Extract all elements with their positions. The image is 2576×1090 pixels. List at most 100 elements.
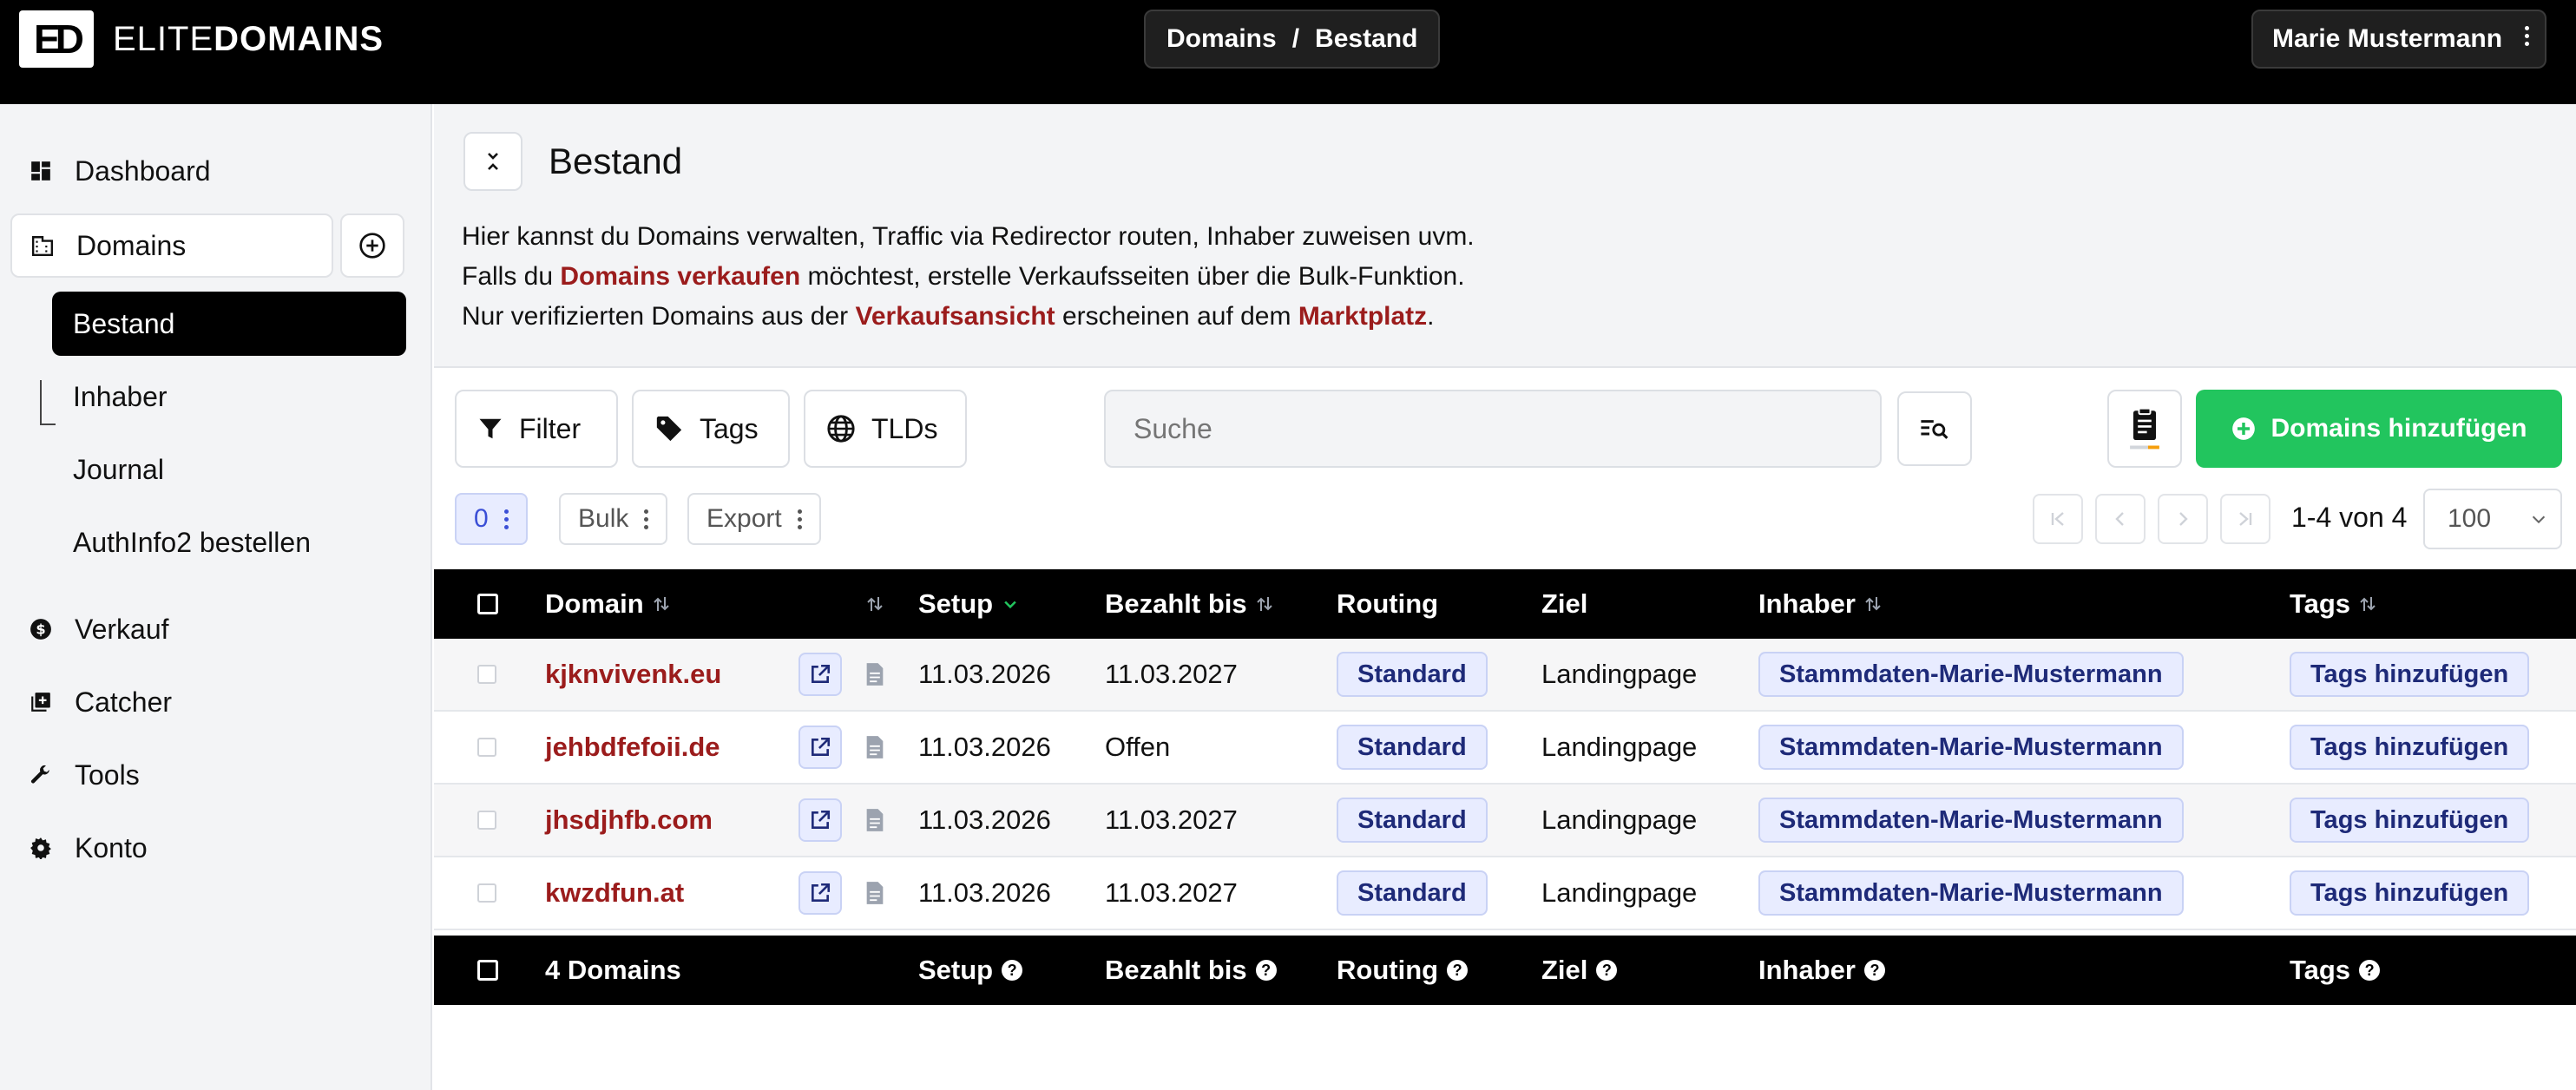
selection-count-chip[interactable]: 0 [455, 493, 528, 545]
domains-verkaufen-link[interactable]: Domains verkaufen [560, 262, 800, 291]
table-row[interactable]: kwzdfun.at 11.03.2026 11.03.2027 Standar… [434, 857, 2576, 930]
domain-link[interactable]: kwzdfun.at [545, 857, 684, 929]
domain-link[interactable]: jhsdjhfb.com [545, 785, 713, 856]
routing-badge[interactable]: Standard [1337, 785, 1488, 856]
pagination-info: 1-4 von 4 [2291, 502, 2408, 533]
row-checkbox[interactable] [477, 712, 496, 783]
row-checkbox[interactable] [477, 785, 496, 856]
help-icon[interactable]: ? [2359, 960, 2381, 981]
help-icon[interactable]: ? [1596, 960, 1618, 981]
page-title: Bestand [549, 141, 683, 181]
add-tags-button[interactable]: Tags hinzufügen [2290, 857, 2530, 929]
sidebar-item-tools[interactable]: Tools [10, 743, 140, 807]
user-menu-button[interactable]: Marie Mustermann [2251, 10, 2546, 69]
add-tags-button[interactable]: Tags hinzufügen [2290, 639, 2530, 710]
select-all-checkbox-footer[interactable] [477, 936, 498, 1005]
breadcrumb-domains[interactable]: Domains [1166, 24, 1277, 54]
open-domain-button[interactable] [798, 712, 842, 783]
domain-link[interactable]: kjknvivenk.eu [545, 639, 721, 710]
last-page-button[interactable] [2220, 494, 2270, 544]
column-header-setup[interactable]: Setup [918, 569, 1019, 639]
column-header-routing: Routing [1337, 569, 1438, 639]
owner-badge-label: Stammdaten-Marie-Mustermann [1758, 652, 2184, 697]
document-icon[interactable] [864, 857, 885, 929]
description-text: . [1427, 302, 1435, 331]
verkaufsansicht-link[interactable]: Verkaufsansicht [856, 302, 1055, 331]
document-icon[interactable] [864, 639, 885, 710]
table-header: Domain Setup Bezahlt bis Routing Ziel In… [434, 569, 2576, 639]
column-header-tags[interactable]: Tags [2290, 569, 2376, 639]
table-row[interactable]: kjknvivenk.eu 11.03.2026 11.03.2027 Stan… [434, 639, 2576, 712]
previous-page-button[interactable] [2095, 494, 2146, 544]
help-icon[interactable]: ? [1002, 960, 1023, 981]
document-icon[interactable] [864, 785, 885, 856]
per-page-select[interactable]: 100 [2423, 489, 2562, 549]
routing-badge[interactable]: Standard [1337, 639, 1488, 710]
owner-badge-label: Stammdaten-Marie-Mustermann [1758, 870, 2184, 916]
filter-button[interactable]: Filter [455, 390, 618, 468]
sidebar-item-konto[interactable]: Konto [10, 816, 148, 880]
library-add-icon [30, 691, 52, 713]
select-all-checkbox[interactable] [477, 569, 498, 639]
sidebar-subitem-inhaber[interactable]: Inhaber [52, 364, 406, 429]
owner-badge[interactable]: Stammdaten-Marie-Mustermann [1758, 712, 2184, 783]
breadcrumb-bestand[interactable]: Bestand [1315, 24, 1417, 54]
bulk-label: Bulk [578, 504, 629, 533]
tlds-button[interactable]: TLDs [804, 390, 967, 468]
row-checkbox[interactable] [477, 639, 496, 710]
column-header-domain[interactable]: Domain [545, 569, 670, 639]
tags-button[interactable]: Tags [632, 390, 790, 468]
clipboard-icon [2127, 406, 2162, 451]
plus-circle-icon [358, 232, 386, 259]
bulk-button[interactable]: Bulk [559, 493, 668, 545]
advanced-search-button[interactable] [1897, 391, 1972, 466]
open-domain-button[interactable] [798, 785, 842, 856]
logo-text[interactable]: ELITEDOMAINS [113, 19, 384, 59]
add-domains-button[interactable]: Domains hinzufügen [2196, 390, 2562, 468]
sidebar-item-verkauf[interactable]: $ Verkauf [10, 597, 169, 661]
clipboard-button[interactable] [2107, 390, 2182, 468]
domain-link[interactable]: jehbdfefoii.de [545, 712, 720, 783]
open-domain-button[interactable] [798, 639, 842, 710]
row-checkbox[interactable] [477, 857, 496, 929]
routing-badge[interactable]: Standard [1337, 712, 1488, 783]
first-page-button[interactable] [2033, 494, 2083, 544]
owner-badge-label: Stammdaten-Marie-Mustermann [1758, 725, 2184, 770]
table-row[interactable]: jehbdfefoii.de 11.03.2026 Offen Standard… [434, 712, 2576, 785]
next-page-button[interactable] [2158, 494, 2208, 544]
export-button[interactable]: Export [687, 493, 821, 545]
help-icon[interactable]: ? [1447, 960, 1469, 981]
column-header-paid-until[interactable]: Bezahlt bis [1105, 569, 1273, 639]
routing-badge[interactable]: Standard [1337, 857, 1488, 929]
owner-badge[interactable]: Stammdaten-Marie-Mustermann [1758, 785, 2184, 856]
add-tags-button[interactable]: Tags hinzufügen [2290, 712, 2530, 783]
add-domain-button[interactable] [340, 213, 404, 278]
footer-label: Bezahlt bis [1105, 955, 1247, 985]
logo-mark[interactable]: ED [19, 10, 94, 68]
column-sort-icon-button[interactable] [866, 569, 884, 639]
owner-badge[interactable]: Stammdaten-Marie-Mustermann [1758, 639, 2184, 710]
add-tags-button[interactable]: Tags hinzufügen [2290, 785, 2530, 856]
column-header-target: Ziel [1541, 569, 1587, 639]
sidebar-item-catcher[interactable]: Catcher [10, 670, 172, 734]
sidebar-subitem-bestand[interactable]: Bestand [52, 292, 406, 356]
sidebar-item-domains[interactable]: Domains [10, 213, 333, 278]
owner-badge[interactable]: Stammdaten-Marie-Mustermann [1758, 857, 2184, 929]
open-domain-button[interactable] [798, 857, 842, 929]
sidebar-item-dashboard[interactable]: Dashboard [10, 139, 211, 203]
document-icon[interactable] [864, 712, 885, 783]
add-tags-label: Tags hinzufügen [2290, 725, 2530, 770]
column-header-owner[interactable]: Inhaber [1758, 569, 1882, 639]
sidebar-subitem-authinfo2[interactable]: AuthInfo2 bestellen [52, 510, 406, 575]
table-row[interactable]: jhsdjhfb.com 11.03.2026 11.03.2027 Stand… [434, 785, 2576, 857]
search-input[interactable] [1104, 390, 1882, 468]
sidebar-subitem-journal[interactable]: Journal [52, 437, 406, 502]
sort-icon [1864, 594, 1882, 614]
breadcrumb[interactable]: Domains / Bestand [1144, 10, 1441, 69]
help-icon[interactable]: ? [1863, 960, 1885, 981]
help-icon[interactable]: ? [1255, 960, 1277, 981]
marktplatz-link[interactable]: Marktplatz [1298, 302, 1427, 331]
collapse-button[interactable] [463, 132, 522, 191]
column-header-label: Bezahlt bis [1105, 588, 1247, 619]
routing-badge-label: Standard [1337, 798, 1488, 843]
